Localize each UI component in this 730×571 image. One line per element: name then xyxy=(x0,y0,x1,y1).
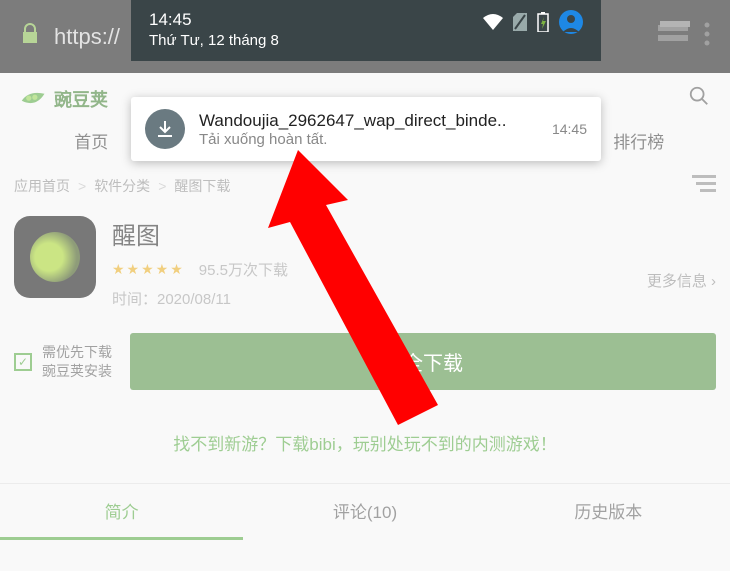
notification-title: Wandoujia_2962647_wap_direct_binde.. xyxy=(199,111,538,131)
wifi-icon xyxy=(483,14,503,35)
notification-time: 14:45 xyxy=(552,121,587,137)
download-complete-icon xyxy=(145,109,185,149)
download-count: 95.5万次下载 xyxy=(199,259,288,280)
search-icon[interactable] xyxy=(688,85,710,112)
kebab-menu-icon[interactable] xyxy=(702,21,712,52)
app-info: 醒图 ★★★★★ 95.5万次下载 时间：2020/08/11 更多信息 › xyxy=(0,208,730,317)
more-info-link[interactable]: 更多信息 › xyxy=(647,270,716,291)
download-notification[interactable]: Wandoujia_2962647_wap_direct_binde.. Tải… xyxy=(131,97,601,161)
notification-subtitle: Tải xuống hoàn tất. xyxy=(199,131,538,148)
crumb-category[interactable]: 软件分类 xyxy=(94,176,150,196)
notification-panel: 14:45 Thứ Tư, 12 tháng 8 Wandoujia_29626… xyxy=(131,0,601,161)
lock-icon xyxy=(18,22,42,51)
wandoujia-logo[interactable]: 豌豆荚 xyxy=(20,86,108,112)
crumb-sep: > xyxy=(78,178,86,194)
app-date: 时间：2020/08/11 xyxy=(112,288,288,309)
detail-tabs: 简介 评论(10) 历史版本 xyxy=(0,483,730,542)
promo-text[interactable]: 找不到新游？下载bibi，玩别处玩不到的内测游戏！ xyxy=(0,408,730,483)
status-date: Thứ Tư, 12 tháng 8 xyxy=(149,32,279,49)
profile-icon[interactable] xyxy=(559,10,583,39)
breadcrumb: 应用首页 > 软件分类 > 醒图下载 xyxy=(0,163,730,208)
battery-charging-icon xyxy=(537,12,549,37)
priority-checkbox[interactable]: ✓ xyxy=(14,353,32,371)
app-title: 醒图 xyxy=(112,216,288,251)
sim-icon xyxy=(513,13,527,36)
priority-text: 需优先下载 豌豆荚安装 xyxy=(42,343,112,379)
tab-intro[interactable]: 简介 xyxy=(0,484,243,540)
logo-text: 豌豆荚 xyxy=(54,86,108,112)
app-icon xyxy=(14,216,96,298)
notification-header: 14:45 Thứ Tư, 12 tháng 8 xyxy=(131,0,601,61)
crumb-current: 醒图下载 xyxy=(174,176,230,196)
crumb-sep: > xyxy=(158,178,166,194)
breadcrumb-menu-icon[interactable] xyxy=(692,175,716,196)
tabs-icon[interactable] xyxy=(658,21,690,52)
pea-pod-icon xyxy=(20,88,48,110)
tab-versions[interactable]: 历史版本 xyxy=(487,484,730,540)
status-time: 14:45 xyxy=(149,10,279,30)
tab-reviews[interactable]: 评论(10) xyxy=(243,484,486,540)
download-row: ✓ 需优先下载 豌豆荚安装 安全下载 xyxy=(0,317,730,408)
safe-download-button[interactable]: 安全下载 xyxy=(130,333,716,390)
crumb-home[interactable]: 应用首页 xyxy=(14,176,70,196)
rating-stars: ★★★★★ xyxy=(112,261,185,278)
